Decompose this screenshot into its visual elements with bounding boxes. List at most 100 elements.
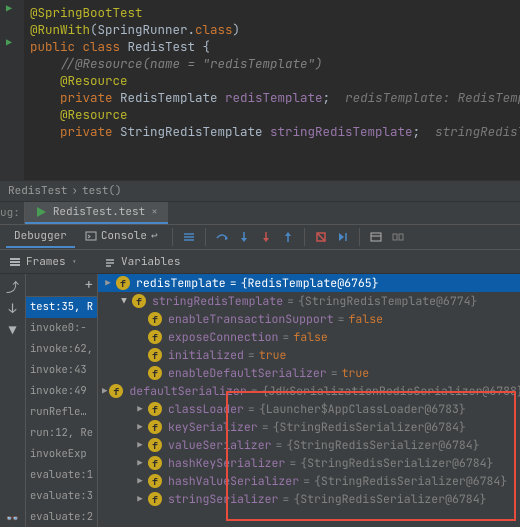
code-line[interactable]: @SpringBootTest [30,4,520,21]
drop-frame-icon[interactable] [311,227,331,247]
step-over-icon[interactable] [212,227,232,247]
stack-frame-row[interactable]: run:12, Re [26,423,97,444]
chevron-down-icon[interactable]: ▾ [72,256,77,268]
frames-panel-header: Frames ▾ [0,255,85,269]
variable-row[interactable]: fenableDefaultSerializer=true [98,364,520,382]
variable-row[interactable]: ▶fhashValueSerializer={StringRedisSerial… [98,472,520,490]
variable-value: {StringRedisSerializer@6784} [314,473,507,490]
field-badge-icon: f [148,312,162,326]
code-line[interactable]: @Resource [30,106,520,123]
separator [304,228,305,246]
panels-header: Frames ▾ Variables [0,250,520,274]
stack-frame-row[interactable]: invoke:62, [26,339,97,360]
show-execution-point-icon[interactable] [179,227,199,247]
variable-value: {StringRedisSerializer@6784} [293,491,486,508]
chevron-right-icon[interactable]: ▶ [134,491,146,508]
variable-row[interactable]: ▶fredisTemplate={RedisTemplate@6765} [98,274,520,292]
variable-row[interactable]: finitialized=true [98,346,520,364]
debug-label: ug: [0,202,25,224]
breadcrumbs-bar: RedisTest › test() [0,180,520,202]
chevron-right-icon[interactable]: ▶ [134,401,146,418]
evaluate-expression-icon[interactable] [366,227,386,247]
variable-name: defaultSerializer [129,383,246,400]
code-line[interactable]: @RunWith(SpringRunner.class) [30,21,520,38]
field-badge-icon: f [148,438,162,452]
chevron-down-icon[interactable]: ▼ [118,293,130,310]
run-config-tab[interactable]: RedisTest.test × [25,202,168,224]
stack-frame-row[interactable]: evaluate:2 [26,507,97,527]
code-line[interactable]: @Resource [30,72,520,89]
run-gutter-icon[interactable]: ▶ [6,36,18,48]
variables-panel-header: Variables [95,255,188,269]
down-icon[interactable]: ↓ [5,300,21,316]
field-badge-icon: f [148,456,162,470]
chevron-right-icon[interactable]: ▶ [134,419,146,436]
separator [172,228,173,246]
field-badge-icon: f [148,330,162,344]
variable-name: stringSerializer [168,491,278,508]
variable-value: false [293,329,328,346]
variables-panel[interactable]: ▶fredisTemplate={RedisTemplate@6765}▼fst… [98,274,520,527]
breadcrumb-method[interactable]: test() [82,184,122,198]
code-line[interactable]: private RedisTemplate redisTemplate; red… [30,89,520,106]
stack-frame-row[interactable]: invoke:43 [26,360,97,381]
close-icon[interactable]: × [151,205,158,219]
nav-icon[interactable]: ⤴ [5,278,21,294]
step-into-icon[interactable] [234,227,254,247]
chevron-right-icon[interactable]: ▶ [134,437,146,454]
stack-frame-row[interactable]: invoke:49 [26,381,97,402]
variable-value: true [259,347,287,364]
chevron-right-icon[interactable]: ▶ [134,473,146,490]
code-line[interactable]: private StringRedisTemplate stringRedisT… [30,123,520,140]
variable-value: {StringRedisSerializer@6784} [273,419,466,436]
stack-frame-row[interactable]: invokeExp [26,444,97,465]
field-badge-icon: f [148,402,162,416]
chevron-right-icon[interactable]: ▶ [102,275,114,292]
stack-frame-row[interactable]: evaluate:1 [26,465,97,486]
variable-value: {RedisTemplate@6765} [241,275,379,292]
variable-row[interactable]: ▶fkeySerializer={StringRedisSerializer@6… [98,418,520,436]
force-step-into-icon[interactable] [256,227,276,247]
variable-row[interactable]: ▶fclassLoader={Launcher$AppClassLoader@6… [98,400,520,418]
run-config-name: RedisTest.test [53,205,145,219]
tab-debugger[interactable]: Debugger [6,226,75,248]
field-badge-icon: f [148,492,162,506]
stack-frame-row[interactable]: test:35, R [26,297,97,318]
debug-body: ⤴ ↓ ▼ 👓 + test:35, Rinvoke0:-invoke:62,i… [0,274,520,527]
run-gutter-icon[interactable]: ▶ [6,2,18,14]
filter-icon[interactable]: ▼ [5,322,21,338]
variable-name: exposeConnection [168,329,278,346]
glasses-icon[interactable]: 👓 [5,511,21,527]
breadcrumb-class[interactable]: RedisTest [8,184,67,198]
variable-row[interactable]: fexposeConnection=false [98,328,520,346]
chevron-right-icon[interactable]: ▶ [134,455,146,472]
stack-frame-row[interactable]: evaluate:3 [26,486,97,507]
add-icon[interactable]: + [85,276,93,294]
variable-name: hashKeySerializer [168,455,285,472]
variable-row[interactable]: ▶fvalueSerializer={StringRedisSerializer… [98,436,520,454]
frames-panel[interactable]: + test:35, Rinvoke0:-invoke:62,invoke:43… [26,274,98,527]
chevron-right-icon[interactable]: ▶ [102,383,107,400]
trace-current-stream-icon[interactable] [388,227,408,247]
variable-value: {StringRedisSerializer@6784} [300,455,493,472]
code-line[interactable]: public class RedisTest { [30,38,520,55]
run-to-cursor-icon[interactable] [333,227,353,247]
field-badge-icon: f [148,474,162,488]
variable-value: {JdkSerializationRedisSerializer@6788} [262,383,520,400]
variable-name: hashValueSerializer [168,473,299,490]
code-editor[interactable]: ▶ ▶ @SpringBootTest@RunWith(SpringRunner… [0,0,520,180]
stack-frame-row[interactable]: runReflecti [26,402,97,423]
variable-name: stringRedisTemplate [152,293,283,310]
step-out-icon[interactable] [278,227,298,247]
frames-icon [8,255,22,269]
variable-row[interactable]: ▶fhashKeySerializer={StringRedisSerializ… [98,454,520,472]
debugger-toolbar: Debugger Console ↩ [0,224,520,250]
variable-row[interactable]: ▶fdefaultSerializer={JdkSerializationRed… [98,382,520,400]
variable-row[interactable]: ▼fstringRedisTemplate={StringRedisTempla… [98,292,520,310]
variable-row[interactable]: fenableTransactionSupport=false [98,310,520,328]
variable-name: initialized [168,347,244,364]
tab-console[interactable]: Console ↩ [77,226,166,249]
variable-row[interactable]: ▶fstringSerializer={StringRedisSerialize… [98,490,520,508]
code-line[interactable]: //@Resource(name = "redisTemplate") [30,55,520,72]
stack-frame-row[interactable]: invoke0:- [26,318,97,339]
